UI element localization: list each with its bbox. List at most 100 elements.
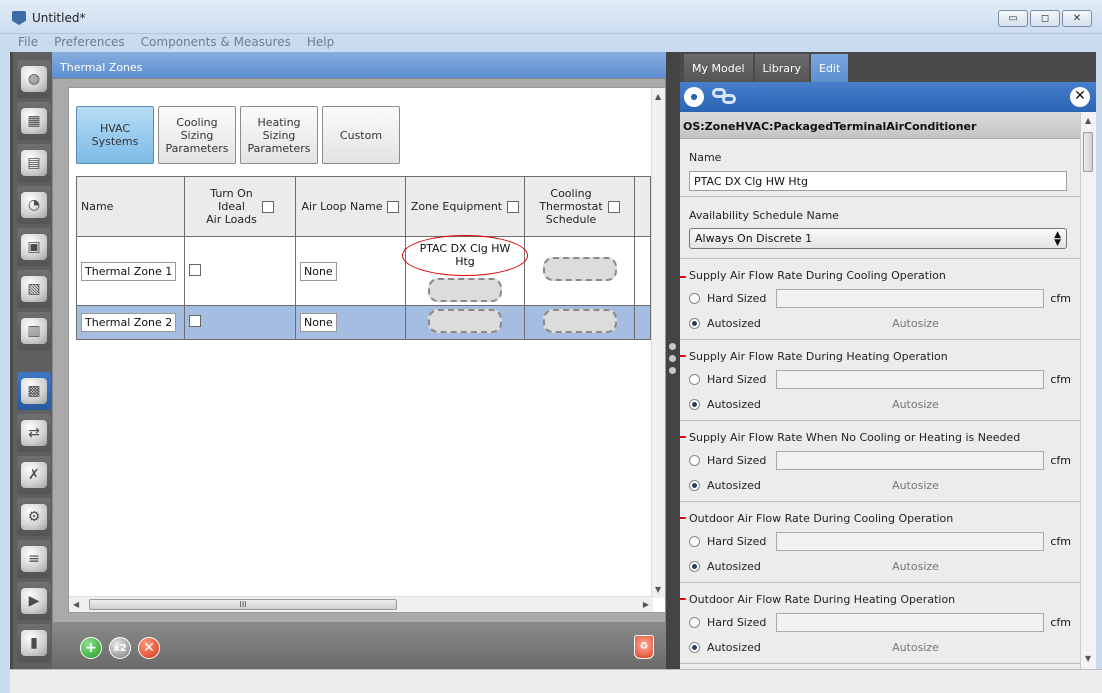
autosized-radio[interactable] <box>689 318 700 329</box>
loads-icon: ◔ <box>21 192 47 218</box>
panel-splitter[interactable] <box>666 52 680 669</box>
menu-preferences[interactable]: Preferences <box>46 34 133 52</box>
tab-library[interactable]: Library <box>754 54 809 82</box>
flow-rate-input[interactable] <box>776 451 1045 470</box>
cooling-thermostat-drop-zone[interactable] <box>542 257 617 281</box>
gear-icon[interactable] <box>684 87 704 107</box>
scroll-right-icon[interactable]: ▶ <box>643 600 649 609</box>
ideal-loads-all-checkbox[interactable] <box>261 200 274 213</box>
close-window-button[interactable]: ✕ <box>1062 10 1092 27</box>
table-vertical-scrollbar[interactable]: ▲ ▼ <box>651 88 665 598</box>
scroll-down-icon[interactable]: ▼ <box>655 585 661 594</box>
link-icon[interactable] <box>712 87 738 107</box>
flow-field-label: Supply Air Flow Rate During Heating Oper… <box>689 350 948 363</box>
autosized-label: Autosized <box>707 560 761 573</box>
table-horizontal-scrollbar[interactable]: ◀ III ▶ <box>69 596 653 612</box>
menu-file[interactable]: File <box>0 34 46 52</box>
autosized-radio[interactable] <box>689 399 700 410</box>
autosized-label: Autosized <box>707 398 761 411</box>
geometry-tab[interactable]: ▧ <box>17 270 51 308</box>
zone-equipment-item[interactable]: PTAC DX Clg HW Htg <box>402 235 528 276</box>
air-loop-all-checkbox[interactable] <box>387 200 400 213</box>
tab-edit[interactable]: Edit <box>811 54 849 82</box>
horizontal-scroll-thumb[interactable]: III <box>89 599 397 610</box>
variables-icon: ✗ <box>21 462 47 488</box>
cooling-thermostat-all-checkbox[interactable] <box>607 200 620 213</box>
table-row[interactable]: Thermal Zone 1 None PTAC DX Clg HW Htg <box>76 235 651 306</box>
subtab-hvac-systems[interactable]: HVAC Systems <box>76 106 154 164</box>
hard-sized-label: Hard Sized <box>707 292 767 305</box>
menu-help[interactable]: Help <box>299 34 342 52</box>
flow-rate-input[interactable] <box>776 289 1045 308</box>
menu-components-measures[interactable]: Components & Measures <box>133 34 299 52</box>
add-zone-button[interactable]: + <box>80 637 102 659</box>
close-inspector-button[interactable]: ✕ <box>1070 87 1090 107</box>
cooling-thermostat-drop-zone[interactable] <box>542 309 617 333</box>
copy-zone-button[interactable]: x2 <box>109 637 131 659</box>
ideal-loads-checkbox[interactable] <box>189 315 201 327</box>
loads-tab[interactable]: ◔ <box>17 186 51 224</box>
hard-sized-radio[interactable] <box>689 617 700 628</box>
autosize-text: Autosize <box>892 479 939 492</box>
scroll-up-icon[interactable]: ▲ <box>655 92 661 101</box>
maximize-button[interactable]: ◻ <box>1030 10 1060 27</box>
results-tab[interactable]: ▮ <box>17 624 51 662</box>
unit-label: cfm <box>1050 535 1071 548</box>
hard-sized-radio[interactable] <box>689 536 700 547</box>
geometry-icon: ▧ <box>21 276 47 302</box>
subtab-heating-sizing[interactable]: Heating Sizing Parameters <box>240 106 318 164</box>
scroll-up-icon[interactable]: ▲ <box>1085 116 1091 125</box>
annotation-mark <box>680 436 686 438</box>
minimize-button[interactable]: ▭ <box>998 10 1028 27</box>
thermal-zones-icon: ▩ <box>21 378 47 404</box>
space-types-tab[interactable]: ▣ <box>17 228 51 266</box>
hard-sized-label: Hard Sized <box>707 535 767 548</box>
scripts-tab[interactable]: ≡ <box>17 540 51 578</box>
delete-zone-button[interactable]: ✕ <box>138 637 160 659</box>
hard-sized-radio[interactable] <box>689 293 700 304</box>
unit-label: cfm <box>1050 373 1071 386</box>
autosized-radio[interactable] <box>689 642 700 653</box>
thermal-zones-header: Thermal Zones <box>52 52 666 78</box>
hvac-tab[interactable]: ⇄ <box>17 414 51 452</box>
run-tab[interactable]: ▶ <box>17 582 51 620</box>
simulation-settings-tab[interactable]: ⚙ <box>17 498 51 536</box>
hard-sized-radio[interactable] <box>689 455 700 466</box>
air-loop-field[interactable]: None <box>300 313 337 332</box>
constructions-tab[interactable]: ▤ <box>17 144 51 182</box>
variables-tab[interactable]: ✗ <box>17 456 51 494</box>
autosized-radio[interactable] <box>689 480 700 491</box>
thermal-zones-tab[interactable]: ▩ <box>17 372 51 410</box>
tab-my-model[interactable]: My Model <box>684 54 753 82</box>
autosized-label: Autosized <box>707 317 761 330</box>
availability-select[interactable]: Always On Discrete 1 ▲ ▼ <box>689 228 1067 249</box>
hard-sized-radio[interactable] <box>689 374 700 385</box>
scroll-left-icon[interactable]: ◀ <box>73 600 79 609</box>
subtab-cooling-sizing[interactable]: Cooling Sizing Parameters <box>158 106 236 164</box>
inspector-vertical-scrollbar[interactable]: ▲ ▼ <box>1080 112 1096 669</box>
air-loop-field[interactable]: None <box>300 261 337 281</box>
table-row[interactable]: Thermal Zone 2 None <box>76 305 651 340</box>
scroll-down-icon[interactable]: ▼ <box>1085 654 1091 663</box>
autosized-radio[interactable] <box>689 561 700 572</box>
flow-rate-input[interactable] <box>776 370 1045 389</box>
facility-tab[interactable]: ▥ <box>17 312 51 350</box>
ideal-loads-checkbox[interactable] <box>189 263 201 276</box>
purge-button[interactable]: ♻ <box>634 635 654 659</box>
subtab-custom[interactable]: Custom <box>322 106 400 164</box>
zone-name-field[interactable]: Thermal Zone 2 <box>81 313 177 332</box>
zone-equipment-drop-zone[interactable] <box>428 278 502 302</box>
flow-rate-input[interactable] <box>776 613 1045 632</box>
schedules-tab[interactable]: ▦ <box>17 102 51 140</box>
inspector-scroll-thumb[interactable] <box>1083 132 1093 172</box>
name-input[interactable]: PTAC DX Clg HW Htg <box>689 171 1067 191</box>
flow-field-label: Outdoor Air Flow Rate During Heating Ope… <box>689 593 956 606</box>
zone-equipment-drop-zone[interactable] <box>428 309 502 333</box>
zone-equipment-all-checkbox[interactable] <box>507 200 520 213</box>
name-label: Name <box>689 151 722 164</box>
site-tab[interactable]: ◍ <box>17 60 51 98</box>
flow-rate-input[interactable] <box>776 532 1045 551</box>
unit-label: cfm <box>1050 616 1071 629</box>
subtab-bar: HVAC Systems Cooling Sizing Parameters H… <box>76 106 400 164</box>
zone-name-field[interactable]: Thermal Zone 1 <box>81 261 177 281</box>
